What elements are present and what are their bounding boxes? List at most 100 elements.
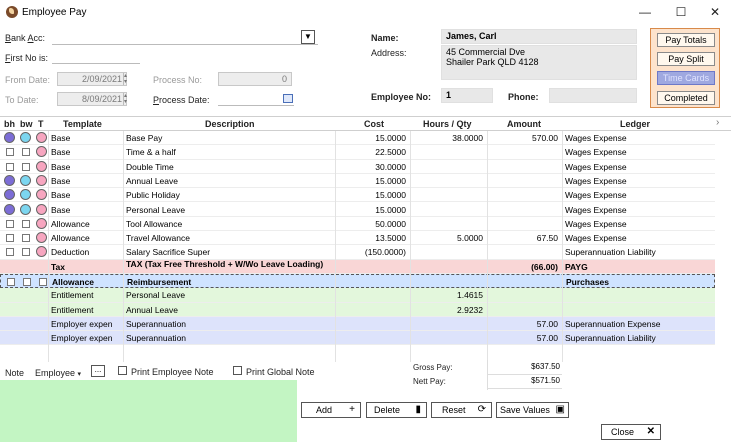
bh-checkbox[interactable]: [7, 278, 15, 286]
process-no-field[interactable]: 0: [218, 72, 292, 86]
row-template: Deduction: [51, 247, 90, 258]
bh-checkbox[interactable]: [6, 248, 14, 257]
t-circle-icon[interactable]: [36, 246, 47, 258]
row-ledger: Wages Expense: [565, 190, 627, 201]
note-textarea[interactable]: [0, 380, 297, 442]
table-row[interactable]: Entitlement Annual Leave 2.9232: [0, 302, 715, 317]
bw-circle-icon[interactable]: [20, 174, 31, 186]
t-circle-icon[interactable]: [36, 217, 47, 229]
table-row[interactable]: Base Personal Leave 15.0000 Wages Expense: [0, 203, 715, 217]
phone-field[interactable]: [549, 88, 637, 103]
bw-circle-icon[interactable]: [20, 189, 31, 201]
bh-circle-icon[interactable]: [4, 132, 15, 143]
bh-checkbox[interactable]: [6, 162, 14, 171]
print-global-note-checkbox[interactable]: [233, 366, 242, 375]
t-circle-icon[interactable]: [36, 203, 47, 215]
maximize-button[interactable]: ☐: [666, 3, 696, 21]
delete-button[interactable]: Delete ▮: [366, 402, 427, 418]
chevron-down-icon[interactable]: ▼: [301, 30, 315, 44]
bw-circle-icon[interactable]: [20, 132, 31, 143]
row-amount: [490, 303, 558, 317]
row-ledger: Purchases: [566, 277, 609, 287]
to-date-spinner-icon[interactable]: ▴ ▾: [123, 93, 130, 105]
table-row[interactable]: Tax TAX (Tax Free Threshold + W/Wo Leave …: [0, 259, 715, 274]
table-row[interactable]: Base Base Pay 15.0000 38.0000 570.00 Wages Ex…: [0, 131, 715, 146]
add-button[interactable]: Add +: [301, 402, 361, 418]
row-template: Entitlement: [51, 304, 94, 315]
employee-no-field[interactable]: 1: [441, 88, 493, 103]
bw-checkbox[interactable]: [22, 248, 30, 257]
time-cards-button[interactable]: Time Cards: [657, 71, 715, 85]
row-description: Salary Sacrifice Super: [126, 247, 211, 258]
table-row[interactable]: Allowance Travel Allowance 13.5000 5.0000 67…: [0, 231, 715, 246]
to-date-field[interactable]: 8/09/2021: [57, 92, 127, 106]
table-row[interactable]: Employer expen Superannuation 57.00 Superan…: [0, 331, 715, 346]
t-circle-icon[interactable]: [36, 189, 47, 201]
row-ledger: Superannuation Liability: [565, 333, 656, 344]
bh-checkbox[interactable]: [6, 234, 14, 243]
row-description: Reimbursement: [127, 277, 192, 287]
note-browse-button[interactable]: ...: [91, 365, 105, 377]
table-row[interactable]: Base Time & a half 22.5000 Wages Expense: [0, 145, 715, 160]
from-date-label: From Date:: [5, 75, 51, 85]
row-description: Public Holiday: [126, 190, 180, 201]
note-type-select[interactable]: Employee ▾: [35, 368, 81, 378]
pay-totals-button[interactable]: Pay Totals: [657, 33, 715, 47]
from-date-spinner-icon[interactable]: ▴ ▾: [123, 73, 130, 85]
print-employee-note-checkbox[interactable]: [118, 366, 127, 375]
name-field[interactable]: James, Carl: [441, 29, 637, 44]
gross-pay-value: $637.50: [488, 362, 562, 375]
close-button[interactable]: Close ✕: [601, 424, 661, 440]
bh-circle-icon[interactable]: [4, 174, 15, 186]
row-description: Travel Allowance: [126, 233, 190, 244]
completed-button[interactable]: Completed: [657, 91, 715, 105]
bw-checkbox[interactable]: [23, 278, 31, 286]
reset-button[interactable]: Reset ⟳: [431, 402, 492, 418]
bh-circle-icon[interactable]: [4, 203, 15, 215]
save-icon: ▣: [555, 404, 565, 415]
table-row[interactable]: Base Public Holiday 15.0000 Wages Expense: [0, 188, 715, 203]
bw-checkbox[interactable]: [22, 148, 30, 157]
table-row[interactable]: Allowance Reimbursement Purchases: [0, 274, 715, 289]
pay-split-button[interactable]: Pay Split: [657, 52, 715, 66]
bh-checkbox[interactable]: [6, 148, 14, 157]
first-no-input[interactable]: [52, 50, 140, 64]
table-row[interactable]: Entitlement Personal Leave 1.4615: [0, 288, 715, 303]
table-row[interactable]: Base Annual Leave 15.0000 Wages Expense: [0, 174, 715, 189]
row-template: Allowance: [51, 233, 90, 244]
row-amount: [490, 203, 558, 217]
t-circle-icon[interactable]: [36, 174, 47, 186]
minimize-button[interactable]: —: [630, 3, 660, 21]
bw-checkbox[interactable]: [22, 234, 30, 243]
t-circle-icon[interactable]: [36, 160, 47, 172]
t-circle-icon[interactable]: [36, 132, 47, 143]
chevron-right-icon[interactable]: ›: [716, 117, 719, 128]
bh-checkbox[interactable]: [6, 219, 14, 228]
table-row[interactable]: Deduction Salary Sacrifice Super (150.0000…: [0, 245, 715, 260]
bh-circle-icon[interactable]: [4, 189, 15, 201]
row-template: Employer expen: [51, 318, 113, 329]
col-ledger: Ledger: [620, 119, 651, 129]
t-checkbox[interactable]: [39, 278, 47, 286]
bank-acc-select[interactable]: [52, 30, 318, 45]
row-hours: [413, 317, 483, 331]
bw-checkbox[interactable]: [22, 219, 30, 228]
bw-circle-icon[interactable]: [20, 203, 31, 215]
row-template: Base: [51, 190, 71, 201]
table-row[interactable]: Allowance Tool Allowance 50.0000 Wages Expe…: [0, 217, 715, 232]
bw-checkbox[interactable]: [22, 162, 30, 171]
row-amount: [490, 145, 558, 159]
save-values-button[interactable]: Save Values ▣: [496, 402, 569, 418]
address-field[interactable]: 45 Commercial Dve Shailer Park QLD 4128: [441, 45, 637, 80]
table-row[interactable]: Employer expen Superannuation 57.00 Superan…: [0, 316, 715, 332]
t-circle-icon[interactable]: [36, 232, 47, 244]
col-hours: Hours / Qty: [423, 119, 472, 129]
from-date-field[interactable]: 2/09/2021: [57, 72, 127, 86]
calendar-icon[interactable]: [283, 94, 293, 103]
row-ledger: Wages Expense: [565, 233, 627, 244]
row-description: Superannuation: [126, 318, 187, 329]
row-ledger: Wages Expense: [565, 175, 627, 186]
t-circle-icon[interactable]: [36, 146, 47, 158]
table-row[interactable]: Base Double Time 30.0000 Wages Expense: [0, 160, 715, 174]
close-window-button[interactable]: ✕: [700, 3, 730, 21]
